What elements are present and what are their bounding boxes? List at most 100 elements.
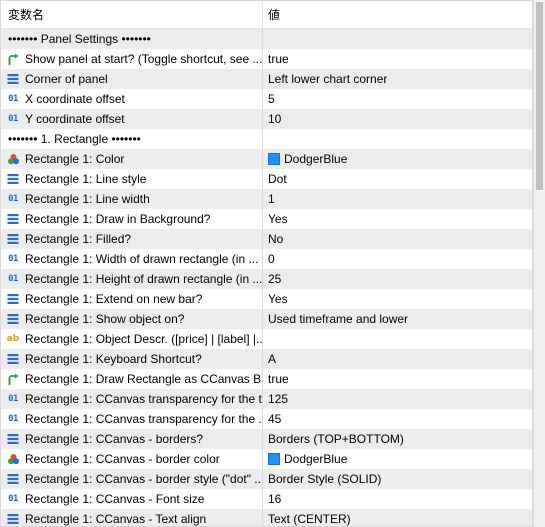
section-row[interactable]: ••••••• Panel Settings ••••••• [1, 29, 532, 49]
parameter-row[interactable]: Rectangle 1: CCanvas - border color Dodge… [1, 449, 532, 469]
parameter-row[interactable]: 01 Y coordinate offset 10 [1, 109, 532, 129]
parameter-row[interactable]: Rectangle 1: CCanvas - border style ("do… [1, 469, 532, 489]
parameter-value-cell[interactable]: Yes [263, 292, 288, 306]
parameter-value-cell[interactable]: true [263, 52, 289, 66]
parameter-value: 125 [268, 392, 289, 406]
parameter-value-cell[interactable]: 5 [263, 92, 275, 106]
scrollbar-thumb[interactable] [536, 2, 543, 190]
parameter-row[interactable]: Show panel at start? (Toggle shortcut, s… [1, 49, 532, 69]
parameter-name-cell: Rectangle 1: CCanvas - Text align [1, 509, 263, 526]
parameter-name: Rectangle 1: Object Descr. ([price] | [l… [25, 332, 263, 346]
parameter-name-cell: Rectangle 1: Line style [1, 169, 263, 189]
parameter-value: Dot [268, 172, 287, 186]
parameter-name: Rectangle 1: Filled? [25, 232, 132, 246]
parameter-name: Rectangle 1: Keyboard Shortcut? [25, 352, 202, 366]
parameter-value-cell[interactable]: Dot [263, 172, 287, 186]
parameter-value-cell[interactable]: 0 [263, 252, 275, 266]
parameter-name: Y coordinate offset [25, 112, 125, 126]
string-icon: ab [6, 334, 20, 344]
color-swatch [268, 453, 280, 465]
parameter-name-cell: 01 Rectangle 1: Line width [1, 189, 263, 209]
parameter-value-cell[interactable]: Borders (TOP+BOTTOM) [263, 432, 404, 446]
parameter-name-cell: 01 Rectangle 1: Width of drawn rectangle … [1, 249, 263, 269]
parameter-name-cell: Rectangle 1: CCanvas - border style ("do… [1, 469, 263, 489]
parameter-name: Rectangle 1: Height of drawn rectangle (… [25, 272, 263, 286]
parameter-row[interactable]: 01 Rectangle 1: Line width 1 [1, 189, 532, 209]
parameter-row[interactable]: Rectangle 1: Draw in Background? Yes [1, 209, 532, 229]
parameter-value: true [268, 372, 289, 386]
parameter-value: Used timeframe and lower [268, 312, 409, 326]
parameter-row[interactable]: 01 Rectangle 1: Height of drawn rectangle… [1, 269, 532, 289]
enum-list-icon [6, 512, 20, 526]
parameter-row[interactable]: Rectangle 1: Keyboard Shortcut? A [1, 349, 532, 369]
parameter-row[interactable]: Rectangle 1: Show object on? Used timefra… [1, 309, 532, 329]
parameter-row[interactable]: Rectangle 1: Extend on new bar? Yes [1, 289, 532, 309]
parameter-row[interactable]: 01 X coordinate offset 5 [1, 89, 532, 109]
parameter-value-cell[interactable]: DodgerBlue [263, 452, 347, 466]
integer-icon: 01 [8, 274, 18, 284]
vertical-scrollbar[interactable] [533, 0, 545, 527]
parameter-name: ••••••• Panel Settings ••••••• [8, 32, 151, 46]
parameter-value-cell[interactable]: true [263, 372, 289, 386]
parameter-row[interactable]: Rectangle 1: Color DodgerBlue [1, 149, 532, 169]
integer-icon: 01 [8, 494, 18, 504]
parameter-name: Rectangle 1: Show object on? [25, 312, 185, 326]
parameter-value: 5 [268, 92, 275, 106]
enum-list-icon [6, 352, 20, 366]
parameter-row[interactable]: 01 Rectangle 1: CCanvas transparency for … [1, 409, 532, 429]
parameter-row[interactable]: 01 Rectangle 1: Width of drawn rectangle … [1, 249, 532, 269]
parameter-name: Rectangle 1: CCanvas - borders? [25, 432, 204, 446]
parameter-row[interactable]: Corner of panel Left lower chart corner [1, 69, 532, 89]
parameter-value: No [268, 232, 284, 246]
parameter-value-cell[interactable]: 45 [263, 412, 281, 426]
parameter-name-cell: ••••••• 1. Rectangle ••••••• [1, 129, 263, 149]
parameter-value-cell[interactable]: Used timeframe and lower [263, 312, 408, 326]
integer-icon: 01 [8, 114, 18, 124]
parameter-name: Rectangle 1: Draw Rectangle as CCanvas B… [25, 372, 263, 386]
parameter-value-cell[interactable]: Border Style (SOLID) [263, 472, 381, 486]
parameter-value-cell[interactable]: 25 [263, 272, 281, 286]
parameter-name-cell: 01 X coordinate offset [1, 89, 263, 109]
parameter-name-cell: 01 Rectangle 1: CCanvas transparency for … [1, 389, 263, 409]
parameter-name-cell: Rectangle 1: Color [1, 149, 263, 169]
parameter-value-cell[interactable]: 1 [263, 192, 275, 206]
parameter-row[interactable]: ab Rectangle 1: Object Descr. ([price] | … [1, 329, 532, 349]
parameter-name-cell: Rectangle 1: Extend on new bar? [1, 289, 263, 309]
parameter-name-cell: Rectangle 1: Filled? [1, 229, 263, 249]
parameter-row[interactable]: 01 Rectangle 1: CCanvas transparency for … [1, 389, 532, 409]
parameter-value-cell[interactable]: Text (CENTER) [263, 512, 351, 526]
section-row[interactable]: ••••••• 1. Rectangle ••••••• [1, 129, 532, 149]
column-header-value[interactable]: 値 [263, 6, 280, 23]
parameter-value: A [268, 352, 277, 366]
parameter-name-cell: Rectangle 1: Show object on? [1, 309, 263, 329]
parameter-row[interactable]: Rectangle 1: Line style Dot [1, 169, 532, 189]
parameter-row[interactable]: Rectangle 1: Filled? No [1, 229, 532, 249]
parameter-value-cell[interactable]: A [263, 352, 276, 366]
parameter-row[interactable]: Rectangle 1: Draw Rectangle as CCanvas B… [1, 369, 532, 389]
parameter-name-cell: Rectangle 1: Keyboard Shortcut? [1, 349, 263, 369]
parameter-name-cell: Show panel at start? (Toggle shortcut, s… [1, 49, 263, 69]
parameter-name-cell: Rectangle 1: CCanvas - borders? [1, 429, 263, 449]
enum-list-icon [6, 312, 20, 326]
parameter-row[interactable]: Rectangle 1: CCanvas - borders? Borders (… [1, 429, 532, 449]
integer-icon: 01 [8, 194, 18, 204]
parameter-name-cell: 01 Rectangle 1: CCanvas - Font size [1, 489, 263, 509]
parameter-value-cell[interactable]: Left lower chart corner [263, 72, 387, 86]
parameter-name: Rectangle 1: CCanvas - border style ("do… [25, 472, 263, 486]
parameter-value-cell[interactable]: 16 [263, 492, 281, 506]
grid-rows: ••••••• Panel Settings ••••••• Show panel… [1, 29, 532, 526]
parameter-name-cell: Rectangle 1: Draw in Background? [1, 209, 263, 229]
parameter-value-cell[interactable]: DodgerBlue [263, 152, 347, 166]
color-swatch [268, 153, 280, 165]
integer-icon: 01 [8, 414, 18, 424]
parameter-row[interactable]: Rectangle 1: CCanvas - Text align Text (C… [1, 509, 532, 526]
parameter-row[interactable]: 01 Rectangle 1: CCanvas - Font size 16 [1, 489, 532, 509]
parameter-value-cell[interactable]: No [263, 232, 283, 246]
parameter-value: Border Style (SOLID) [268, 472, 382, 486]
parameter-name: Rectangle 1: CCanvas - Font size [25, 492, 205, 506]
grid-header: 変数名 値 [1, 1, 532, 29]
column-header-name[interactable]: 変数名 [1, 1, 263, 28]
parameter-value-cell[interactable]: 10 [263, 112, 281, 126]
parameter-value-cell[interactable]: Yes [263, 212, 288, 226]
parameter-value-cell[interactable]: 125 [263, 392, 288, 406]
